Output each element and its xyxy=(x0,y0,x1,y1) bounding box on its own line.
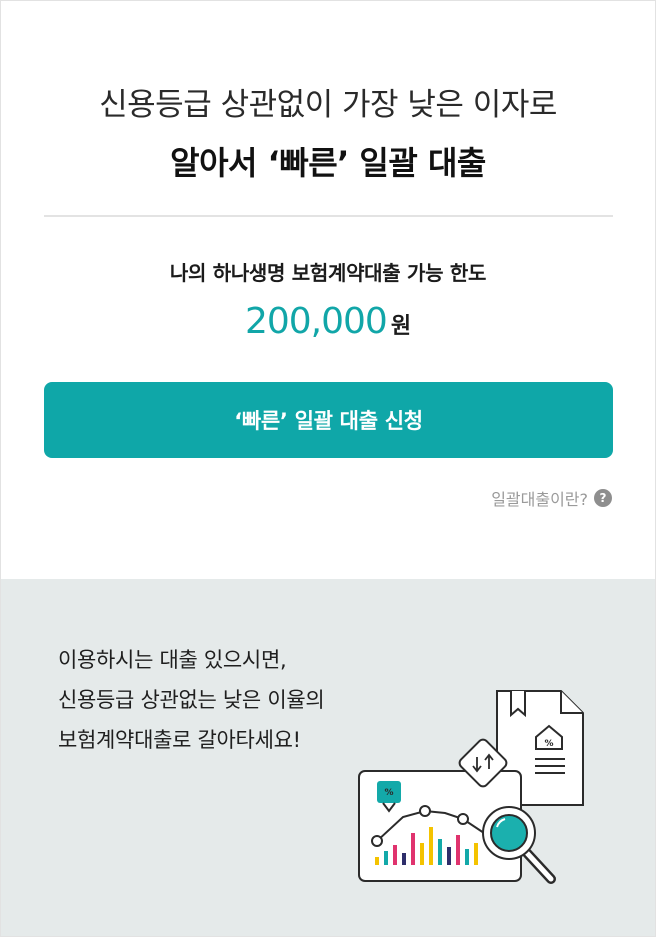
loan-limit-amount: 200,000 원 xyxy=(1,301,655,342)
apply-loan-button[interactable]: ‘빠른’ 일괄 대출 신청 xyxy=(44,382,613,458)
app-frame: 신용등급 상관없이 가장 낮은 이자로 알아서 ‘빠른’ 일괄 대출 나의 하나… xyxy=(0,0,656,937)
promo-line-2: 신용등급 상관없는 낮은 이율의 xyxy=(58,688,325,712)
section-divider xyxy=(44,215,613,217)
loan-limit-label: 나의 하나생명 보험계약대출 가능 한도 xyxy=(169,261,487,285)
chart-percent-badge: % xyxy=(384,788,393,798)
question-circle-icon: ? xyxy=(594,489,612,507)
headline-line-1: 신용등급 상관없이 가장 낮은 이자로 xyxy=(99,87,557,123)
what-is-bulk-loan-link[interactable]: 일괄대출이란? ? xyxy=(491,486,612,510)
promo-line-3: 보험계약대출로 갈아타세요! xyxy=(58,728,301,752)
promo-line-1: 이용하시는 대출 있으시면, xyxy=(58,648,287,672)
doc-percent-badge: % xyxy=(544,739,553,749)
refinance-promo-section: 이용하시는 대출 있으시면, 신용등급 상관없는 낮은 이율의 보험계약대출로 … xyxy=(1,579,655,936)
headline-line-2: 알아서 ‘빠른’ 일괄 대출 xyxy=(170,144,486,182)
loan-summary-section: 신용등급 상관없이 가장 낮은 이자로 알아서 ‘빠른’ 일괄 대출 나의 하나… xyxy=(1,1,655,579)
currency-unit: 원 xyxy=(390,314,412,339)
help-link-label: 일괄대출이란? xyxy=(491,490,588,509)
loan-limit-value: 200,000 xyxy=(244,301,388,342)
promo-message: 이용하시는 대출 있으시면, 신용등급 상관없는 낮은 이율의 보험계약대출로 … xyxy=(58,640,325,760)
loan-analysis-illustration: % % xyxy=(358,690,584,884)
